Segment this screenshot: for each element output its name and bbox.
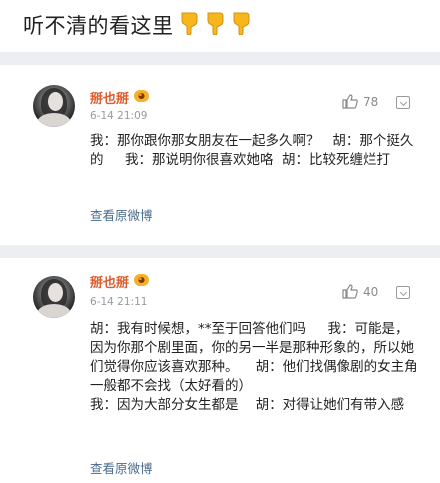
divider-band xyxy=(0,245,440,258)
more-options-icon[interactable] xyxy=(396,286,410,299)
like-button[interactable]: 40 xyxy=(342,284,378,299)
view-original-link[interactable]: 查看原微博 xyxy=(90,205,153,224)
divider-band xyxy=(0,52,440,65)
header: 听不清的看这里 xyxy=(23,8,252,42)
vip-badge-icon: ◕ xyxy=(134,90,149,102)
pointing-down-hand-icon xyxy=(178,11,200,39)
thumbs-up-icon xyxy=(342,94,358,109)
avatar[interactable] xyxy=(33,276,75,318)
comment-time: 6-14 21:11 xyxy=(90,296,148,308)
comment-card: 掰也掰 ◕ 6-14 21:09 78 我：那你跟你那女朋友在一起多久啊？ 胡：… xyxy=(0,65,440,245)
like-count: 78 xyxy=(363,94,379,109)
comment-time: 6-14 21:09 xyxy=(90,110,148,122)
header-title: 听不清的看这里 xyxy=(23,14,174,38)
pointing-down-hand-icon xyxy=(230,11,252,39)
username[interactable]: 掰也掰 xyxy=(90,88,129,107)
vip-badge-icon: ◕ xyxy=(134,274,149,286)
thumbs-up-icon xyxy=(342,284,358,299)
comment-text: 我：那你跟你那女朋友在一起多久啊？ 胡：那个挺久的 我：那说明你很喜欢她咯 胡：… xyxy=(90,133,414,168)
pointing-down-hand-icon xyxy=(204,11,226,39)
view-original-link[interactable]: 查看原微博 xyxy=(90,458,153,477)
like-count: 40 xyxy=(363,284,379,299)
username[interactable]: 掰也掰 xyxy=(90,272,129,291)
avatar[interactable] xyxy=(33,85,75,127)
comment-card: 掰也掰 ◕ 6-14 21:11 40 胡：我有时候想，**至于回答他们吗 我：… xyxy=(0,258,440,483)
comment-text: 胡：我有时候想，**至于回答他们吗 我：可能是，因为你那个剧里面，你的另一半是那… xyxy=(90,321,418,413)
more-options-icon[interactable] xyxy=(396,96,410,109)
like-button[interactable]: 78 xyxy=(342,94,378,109)
